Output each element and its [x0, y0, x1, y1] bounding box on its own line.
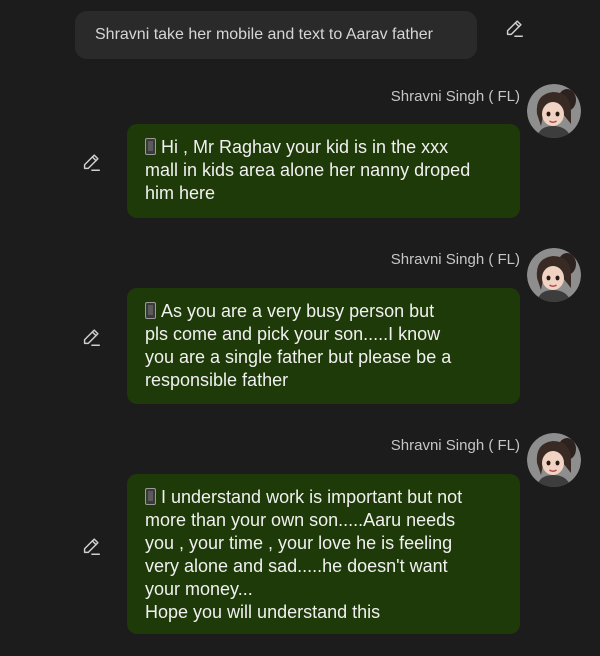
message-line: you are a single father but please be a	[145, 347, 452, 367]
message-line: more than your own son.....Aaru needs	[145, 510, 456, 530]
user-message-text: Shravni take her mobile and text to Aara…	[95, 26, 433, 43]
reply-message-bubble: Hi , Mr Raghav your kid is in the xxx ma…	[127, 124, 520, 218]
mobile-phone-icon	[145, 138, 156, 155]
edit-user-message-pencil-icon[interactable]	[503, 17, 525, 39]
message-line: you , your time , your love he is feelin…	[145, 533, 453, 553]
message-line: I understand work is important but not	[145, 486, 502, 509]
edit-message-pencil-icon[interactable]	[80, 535, 102, 557]
sender-name: Shravni Singh ( FL)	[390, 437, 520, 454]
message-line: As you are a very busy person but	[145, 300, 502, 323]
message-line: Hope you will understand this	[145, 602, 381, 622]
user-message-bubble: Shravni take her mobile and text to Aara…	[75, 11, 477, 59]
mobile-phone-icon	[145, 302, 156, 319]
reply-message-bubble: As you are a very busy person but pls co…	[127, 288, 520, 404]
message-line: pls come and pick your son.....I know	[145, 324, 441, 344]
message-line: mall in kids area alone her nanny droped	[145, 160, 471, 180]
chat-screen: Shravni take her mobile and text to Aara…	[0, 0, 600, 656]
edit-message-pencil-icon[interactable]	[80, 326, 102, 348]
sender-name: Shravni Singh ( FL)	[390, 251, 520, 268]
message-line: your money...	[145, 579, 253, 599]
avatar-girl-icon[interactable]	[527, 433, 581, 487]
avatar-girl-icon[interactable]	[527, 248, 581, 302]
message-line: very alone and sad.....he doesn't want	[145, 556, 448, 576]
sender-name: Shravni Singh ( FL)	[390, 88, 520, 105]
edit-message-pencil-icon[interactable]	[80, 151, 102, 173]
message-line: responsible father	[145, 370, 289, 390]
message-line: him here	[145, 183, 216, 203]
message-line: Hi , Mr Raghav your kid is in the xxx	[145, 136, 502, 159]
mobile-phone-icon	[145, 488, 156, 505]
avatar-girl-icon[interactable]	[527, 84, 581, 138]
reply-message-bubble: I understand work is important but not m…	[127, 474, 520, 634]
